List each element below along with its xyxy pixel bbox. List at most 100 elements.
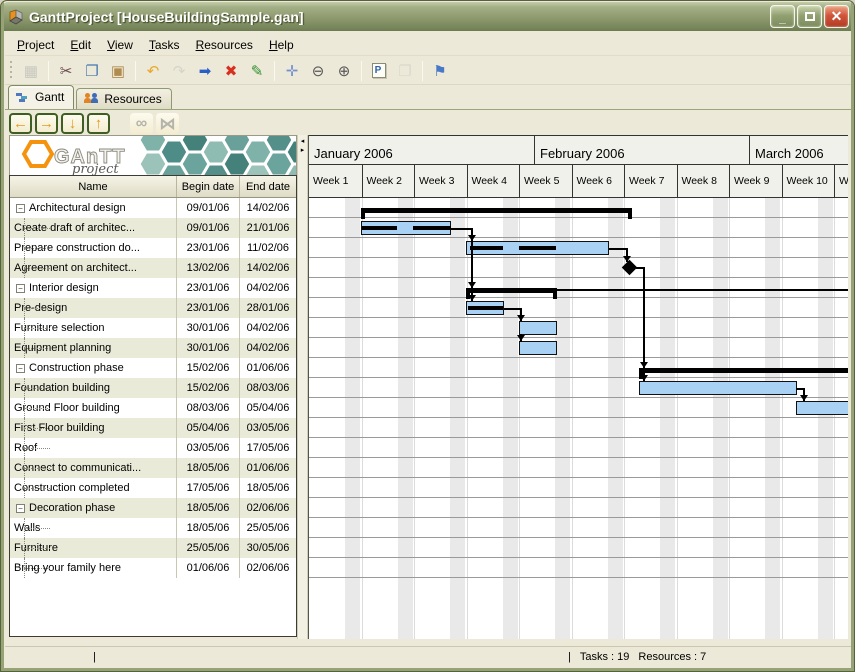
task-row-construction-phase[interactable]: −Construction phase15/02/0601/06/06	[10, 358, 296, 378]
weekend-stripe	[503, 198, 518, 639]
task-row-bring-your-family-here[interactable]: Bring your family here01/06/0602/06/06	[10, 558, 296, 578]
task-row-pre-design[interactable]: Pre-design23/01/0628/01/06	[10, 298, 296, 318]
zoom-in-button[interactable]: ⊕	[331, 59, 357, 83]
unlink-tasks-button[interactable]: ⋈	[156, 113, 179, 134]
tree-line	[24, 428, 50, 429]
paste-icon: ▣	[111, 62, 125, 80]
menu-tasks[interactable]: Tasks	[141, 36, 188, 54]
row-gridline	[309, 417, 848, 418]
task-row-furniture-selection[interactable]: Furniture selection30/01/0604/02/06	[10, 318, 296, 338]
delete-task-icon: ✖	[225, 62, 238, 80]
task-begin-cell: 30/01/06	[177, 338, 240, 358]
paste-button[interactable]: ▣	[105, 59, 131, 83]
zoom-fit-icon: ✛	[286, 62, 299, 80]
task-row-first-floor-building[interactable]: First Floor building05/04/0603/05/06	[10, 418, 296, 438]
panel-splitter[interactable]: ◂▸	[297, 135, 308, 639]
close-button[interactable]: ✕	[824, 5, 849, 28]
collapse-expander[interactable]: −	[16, 504, 25, 513]
copy-options-button[interactable]: ❐	[392, 59, 418, 83]
task-row-construction-completed[interactable]: Construction completed17/05/0618/05/06	[10, 478, 296, 498]
zoom-out-button[interactable]: ⊖	[305, 59, 331, 83]
copy-button[interactable]: ❐	[79, 59, 105, 83]
task-bar-foundation-building[interactable]	[639, 381, 797, 395]
task-row-agreement-on-architect[interactable]: Agreement on architect...13/02/0614/02/0…	[10, 258, 296, 278]
toolbar-grip[interactable]	[8, 61, 14, 81]
column-header-begin-date[interactable]: Begin date	[177, 176, 240, 197]
minimize-button[interactable]: _	[770, 5, 795, 28]
critical-path-button[interactable]: ⚑	[427, 59, 453, 83]
week-gridline	[414, 198, 415, 639]
undo-button[interactable]: ↶	[140, 59, 166, 83]
tree-line	[24, 308, 50, 309]
task-row-foundation-building[interactable]: Foundation building15/02/0608/03/06	[10, 378, 296, 398]
menu-edit[interactable]: Edit	[62, 36, 99, 54]
task-end-cell: 04/02/06	[240, 338, 296, 358]
ganttproject-logo: GAnTT project	[9, 135, 297, 175]
column-header-name[interactable]: Name	[10, 176, 177, 197]
redo-button[interactable]: ↷	[166, 59, 192, 83]
task-end-cell: 11/02/06	[240, 238, 296, 258]
collapse-expander[interactable]: −	[16, 204, 25, 213]
task-properties-button[interactable]: ✎	[244, 59, 270, 83]
move-left-button[interactable]: ←	[9, 113, 32, 134]
task-begin-cell: 15/02/06	[177, 378, 240, 398]
zoom-fit-button[interactable]: ✛	[279, 59, 305, 83]
collapse-expander[interactable]: −	[16, 284, 25, 293]
task-row-roof[interactable]: Roof03/05/0617/05/06	[10, 438, 296, 458]
row-gridline	[309, 217, 848, 218]
task-name-cell: Agreement on architect...	[10, 258, 177, 278]
tab-label: Resources	[104, 92, 161, 106]
tab-bar: Gantt Resources	[5, 85, 852, 110]
task-row-interior-design[interactable]: −Interior design23/01/0604/02/06	[10, 278, 296, 298]
task-begin-cell: 03/05/06	[177, 438, 240, 458]
tab-resources[interactable]: Resources	[76, 88, 171, 109]
task-end-cell: 21/01/06	[240, 218, 296, 238]
link-tasks-button[interactable]: ∞	[130, 113, 153, 134]
weekend-stripe	[608, 198, 623, 639]
delete-task-button[interactable]: ✖	[218, 59, 244, 83]
menu-help[interactable]: Help	[261, 36, 302, 54]
splitter-collapse-arrows[interactable]: ◂▸	[298, 137, 307, 155]
task-row-ground-floor-building[interactable]: Ground Floor building08/03/0605/04/06	[10, 398, 296, 418]
gantt-chart: January 2006February 2006March 2006 Week…	[308, 135, 848, 639]
task-name-cell: Walls	[10, 518, 177, 538]
task-bar-furniture-selection[interactable]	[519, 321, 557, 335]
summary-bar-interior-design[interactable]	[466, 288, 557, 293]
cut-button[interactable]: ✂	[53, 59, 79, 83]
toolbar-separator	[48, 61, 49, 81]
tab-gantt[interactable]: Gantt	[8, 85, 74, 109]
move-down-button[interactable]: ↓	[61, 113, 84, 134]
task-row-furniture[interactable]: Furniture25/05/0630/05/06	[10, 538, 296, 558]
task-row-prepare-construction-do[interactable]: Prepare construction do...23/01/0611/02/…	[10, 238, 296, 258]
task-row-create-draft-of-architec[interactable]: Create draft of architec...09/01/0621/01…	[10, 218, 296, 238]
move-up-button[interactable]: ↑	[87, 113, 110, 134]
menu-view[interactable]: View	[99, 36, 141, 54]
task-bar-ground-floor-building[interactable]	[796, 401, 848, 415]
task-begin-cell: 09/01/06	[177, 198, 240, 218]
row-gridline	[309, 277, 848, 278]
title-bar[interactable]: GanttProject [HouseBuildingSample.gan] _…	[2, 2, 855, 31]
statusbar-resource-count: Resources : 7	[638, 651, 706, 663]
critical-path-icon: ⚑	[433, 62, 446, 80]
new-task-button[interactable]: ➡	[192, 59, 218, 83]
week-header-cell: Week 3	[414, 165, 467, 197]
dependency-arrow	[800, 395, 808, 401]
summary-hook	[628, 208, 632, 219]
summary-bar-construction-phase[interactable]	[639, 368, 848, 373]
task-row-walls[interactable]: Walls18/05/0625/05/06	[10, 518, 296, 538]
save-button[interactable]: ▦	[18, 59, 44, 83]
menu-project[interactable]: Project	[9, 36, 62, 54]
task-row-equipment-planning[interactable]: Equipment planning30/01/0604/02/06	[10, 338, 296, 358]
move-right-button[interactable]: →	[35, 113, 58, 134]
column-header-end-date[interactable]: End date	[240, 176, 296, 197]
report-button[interactable]: P	[366, 59, 392, 83]
maximize-button[interactable]	[797, 5, 822, 28]
summary-bar-architectural-design[interactable]	[361, 208, 632, 213]
task-bar-equipment-planning[interactable]	[519, 341, 557, 355]
menu-resources[interactable]: Resources	[188, 36, 261, 54]
collapse-expander[interactable]: −	[16, 364, 25, 373]
task-row-connect-to-communicati[interactable]: Connect to communicati...18/05/0601/06/0…	[10, 458, 296, 478]
menu-bar: ProjectEditViewTasksResourcesHelp	[5, 34, 852, 56]
task-row-decoration-phase[interactable]: −Decoration phase18/05/0602/06/06	[10, 498, 296, 518]
task-row-architectural-design[interactable]: −Architectural design09/01/0614/02/06	[10, 198, 296, 218]
